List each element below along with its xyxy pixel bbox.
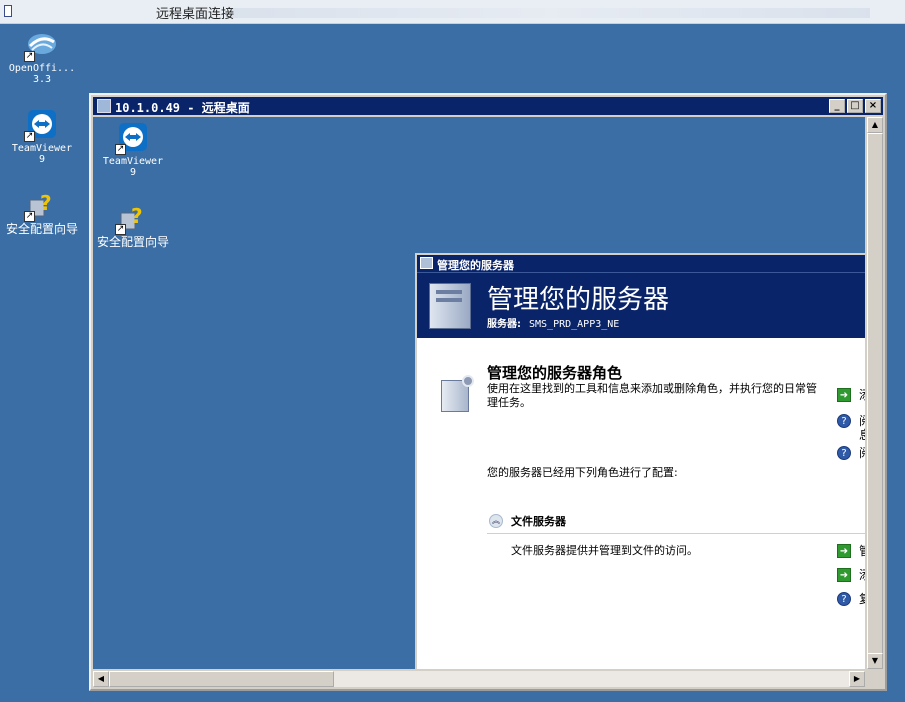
desktop-icon-label: 安全配置向导 — [5, 222, 78, 236]
security-wizard-icon: ? ↗ — [115, 201, 149, 235]
security-wizard-icon: ? ↗ — [24, 188, 58, 222]
remote-icon-teamviewer[interactable]: ↗ TeamViewer 9 — [95, 121, 171, 178]
server-label: 服务器: — [487, 319, 521, 330]
outer-window-title: 远程桌面连接 — [156, 7, 235, 22]
teamviewer-icon: ↗ — [24, 108, 58, 142]
file-server-description: 文件服务器提供并管理到文件的访问。 — [511, 544, 698, 557]
scroll-right-icon[interactable]: ▶ — [849, 671, 865, 687]
shortcut-arrow-icon: ↗ — [24, 211, 35, 222]
scroll-left-icon[interactable]: ◀ — [93, 671, 109, 687]
svg-text:?: ? — [131, 204, 143, 228]
green-arrow-icon: ➜ — [837, 568, 851, 582]
rdp-window-title: 10.1.0.49 - 远程桌面 — [115, 101, 250, 115]
manage-server-banner: 管理您的服务器 服务器: SMS_PRD_APP3_NE — [417, 272, 865, 338]
scroll-corner — [867, 671, 883, 687]
desktop-icon-label: TeamViewer 9 — [102, 156, 164, 178]
roles-description: 使用在这里找到的工具和信息来添加或删除角色，并执行您的日常管理任务。 — [487, 382, 817, 409]
desktop-icon-teamviewer[interactable]: ↗ TeamViewer 9 — [4, 108, 80, 165]
help-icon: ? — [837, 446, 851, 460]
shortcut-arrow-icon: ↗ — [115, 144, 126, 155]
manage-server-window-title: 管理您的服务器 — [437, 259, 514, 272]
scroll-down-icon[interactable]: ▼ — [867, 653, 883, 669]
banner-title: 管理您的服务器 — [487, 285, 670, 315]
rdp-title-bar[interactable]: 10.1.0.49 - 远程桌面 _ □ × — [93, 97, 883, 115]
outer-title-bar[interactable]: 远程桌面连接 — [0, 0, 905, 24]
openoffice-icon: ↗ — [24, 28, 58, 62]
server-window-icon — [420, 257, 433, 269]
help-icon: ? — [837, 592, 851, 606]
app-icon — [4, 5, 12, 17]
manage-server-title-bar[interactable]: 管理您的服务器 — [417, 255, 865, 272]
server-name: SMS_PRD_APP3_NE — [529, 319, 620, 330]
help-icon: ? — [837, 414, 851, 428]
horizontal-scrollbar[interactable]: ◀ ▶ — [93, 671, 865, 687]
teamviewer-icon: ↗ — [115, 121, 149, 155]
roles-heading: 管理您的服务器角色 — [487, 364, 623, 382]
desktop-icon-label: 安全配置向导 — [96, 235, 169, 249]
green-arrow-icon: ➜ — [837, 388, 851, 402]
configured-roles-text: 您的服务器已经用下列角色进行了配置: — [487, 466, 678, 479]
rdp-app-icon — [97, 99, 111, 113]
maximize-button[interactable]: □ — [847, 99, 863, 113]
server-roles-icon — [441, 375, 474, 412]
blurred-region — [230, 8, 870, 18]
desktop-icon-security-wizard[interactable]: ? ↗ 安全配置向导 — [4, 188, 80, 235]
remote-desktop-surface[interactable]: ↗ TeamViewer 9 ? ↗ 安全配置向导 管理您的服务器 管理您的服务… — [93, 117, 865, 669]
remote-icon-security-wizard[interactable]: ? ↗ 安全配置向导 — [95, 201, 171, 248]
collapse-chevron-icon[interactable]: ︽ — [489, 514, 503, 528]
server-name-line: 服务器: SMS_PRD_APP3_NE — [487, 315, 619, 330]
shortcut-arrow-icon: ↗ — [24, 51, 35, 62]
shortcut-arrow-icon: ↗ — [115, 224, 126, 235]
minimize-button[interactable]: _ — [829, 99, 845, 113]
remote-desktop-window[interactable]: 10.1.0.49 - 远程桌面 _ □ × ↗ TeamViewer 9 ? — [89, 93, 887, 691]
divider — [487, 533, 865, 534]
scroll-up-icon[interactable]: ▲ — [867, 117, 883, 133]
desktop-icon-label: TeamViewer 9 — [11, 143, 73, 165]
vertical-scrollbar[interactable]: ▲ ▼ — [867, 117, 883, 669]
green-arrow-icon: ➜ — [837, 544, 851, 558]
server-icon — [429, 283, 471, 329]
file-server-title[interactable]: 文件服务器 — [511, 513, 566, 529]
vertical-scroll-thumb[interactable] — [867, 133, 883, 658]
shortcut-arrow-icon: ↗ — [24, 131, 35, 142]
gear-icon — [462, 375, 474, 387]
manage-server-body: 管理您的服务器角色 使用在这里找到的工具和信息来添加或删除角色，并执行您的日常管… — [417, 338, 865, 669]
manage-server-window[interactable]: 管理您的服务器 管理您的服务器 服务器: SMS_PRD_APP3_NE 管理您的… — [415, 253, 865, 669]
desktop-icon-label: OpenOffi... 3.3 — [8, 63, 76, 85]
close-button[interactable]: × — [865, 99, 881, 113]
desktop-icon-openoffice[interactable]: ↗ OpenOffi... 3.3 — [4, 28, 80, 85]
horizontal-scroll-thumb[interactable] — [109, 671, 334, 687]
svg-text:?: ? — [40, 191, 52, 215]
